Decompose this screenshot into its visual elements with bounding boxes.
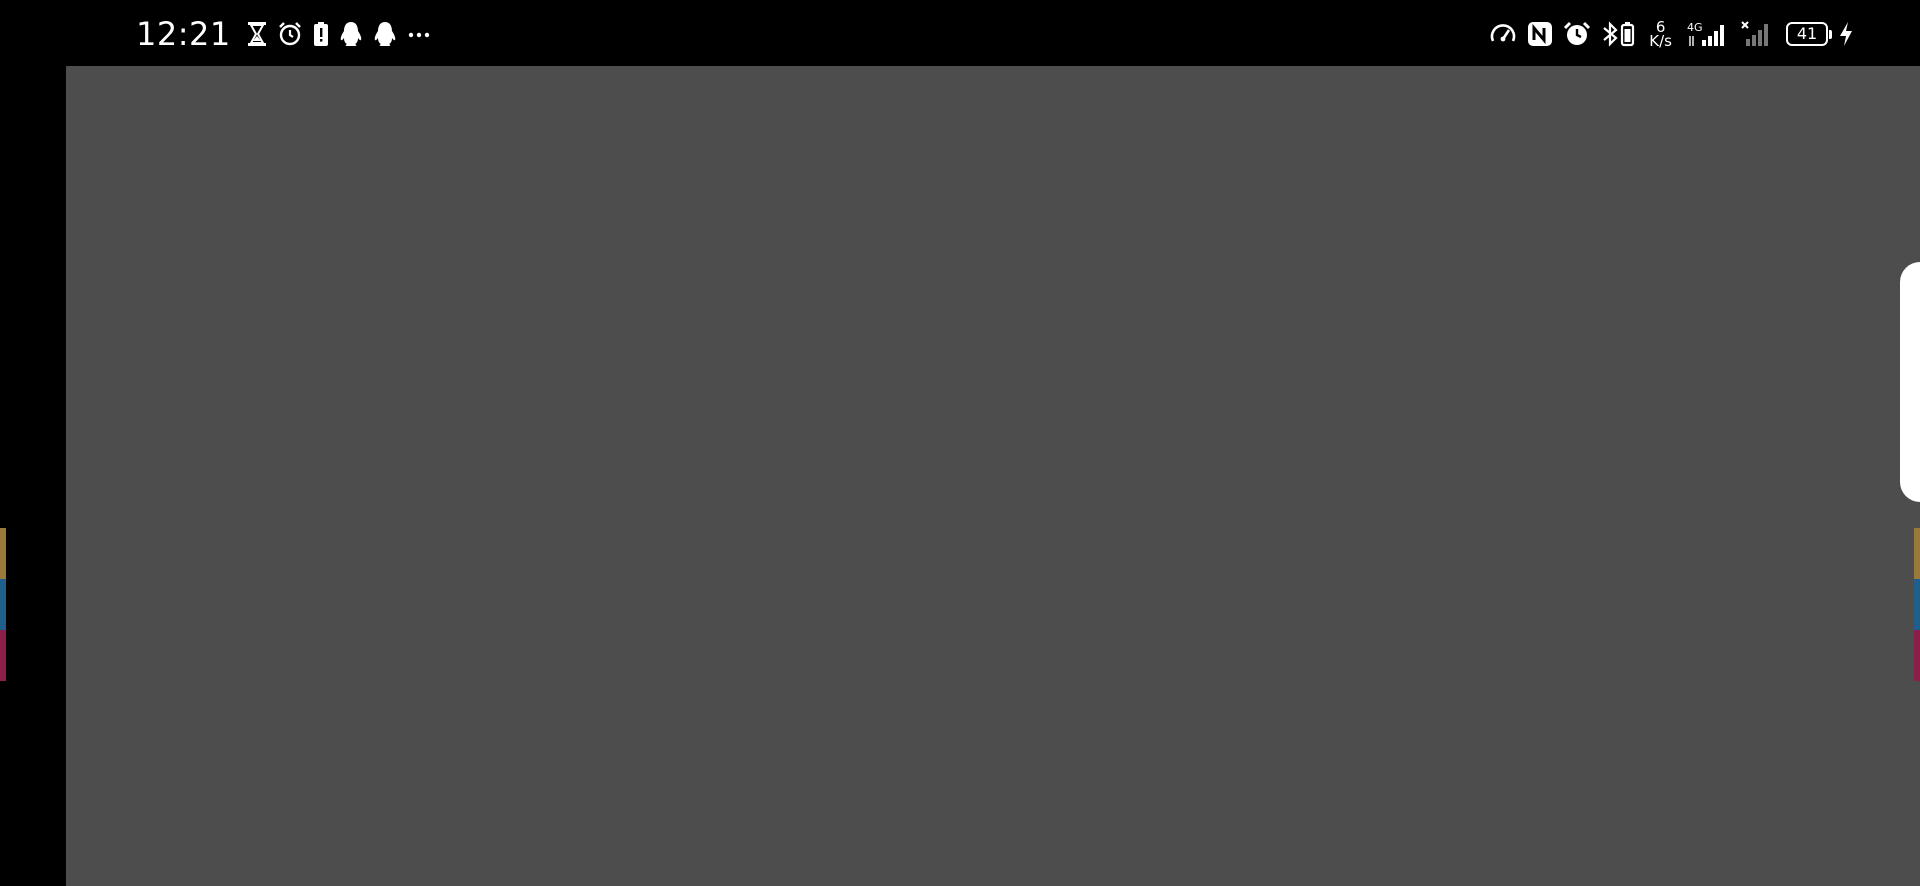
clock: 12:21 xyxy=(136,15,231,53)
battery-level: 41 xyxy=(1796,24,1818,43)
qq-penguin-icon xyxy=(373,21,397,47)
signal-4g-icon: 4G xyxy=(1686,20,1730,48)
nfc-icon xyxy=(1527,21,1553,47)
status-bar: 12:21 6 K/s 4G 41 xyxy=(0,0,1920,66)
network-speed-unit: K/s xyxy=(1649,32,1672,50)
qq-penguin-icon xyxy=(339,21,363,47)
status-bar-right: 6 K/s 4G 41 xyxy=(1489,14,1854,54)
floating-sidebar-handle[interactable] xyxy=(1900,262,1920,502)
speedometer-icon xyxy=(1489,21,1517,47)
bluetooth-battery-icon xyxy=(1601,21,1635,47)
status-bar-left: 12:21 xyxy=(136,14,431,54)
hourglass-icon xyxy=(247,21,267,47)
network-speed: 6 K/s xyxy=(1649,20,1672,50)
network-type-label: 4G xyxy=(1687,21,1703,34)
screen: 12:21 6 K/s 4G 41 xyxy=(0,0,1920,886)
app-canvas[interactable] xyxy=(66,66,1920,886)
alarm-icon xyxy=(1563,21,1591,47)
battery-icon: 41 xyxy=(1786,22,1832,46)
alarm-clock-icon xyxy=(277,21,303,47)
right-edge-color-strip xyxy=(1914,528,1920,681)
signal-no-service-icon xyxy=(1740,20,1772,48)
left-edge-color-strip xyxy=(0,528,6,681)
more-dots-icon xyxy=(407,21,431,47)
battery-alert-icon xyxy=(313,21,329,47)
charging-icon xyxy=(1838,21,1854,47)
